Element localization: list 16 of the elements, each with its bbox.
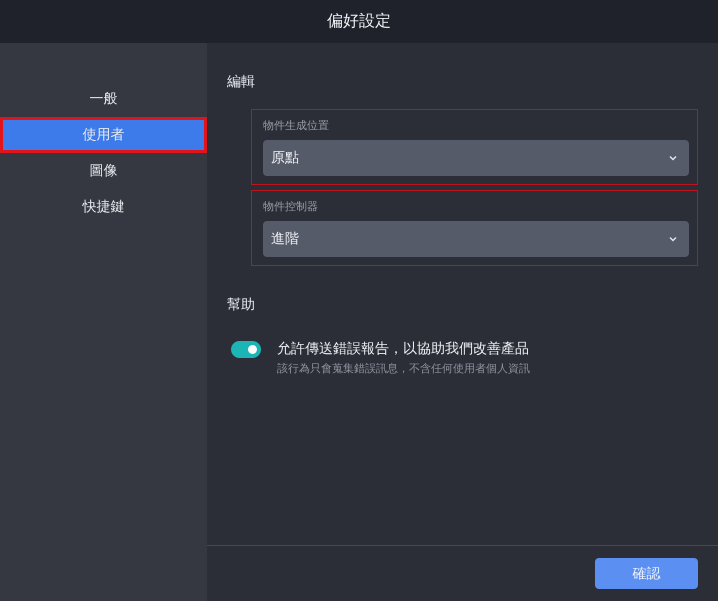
dropdown[interactable]: 原點 [263,140,689,176]
sidebar-item[interactable]: 使用者 [0,117,207,153]
dropdown[interactable]: 進階 [263,221,689,257]
sidebar-item[interactable]: 快捷鍵 [0,189,207,225]
field-label: 物件生成位置 [263,118,330,133]
field-label: 物件控制器 [263,199,319,214]
toggle-switch[interactable] [231,341,261,358]
chevron-down-icon [669,155,677,161]
chevron-down-icon [669,236,677,242]
toggle-label: 允許傳送錯誤報告，以協助我們改善產品 [277,340,530,358]
window-title: 偏好設定 [327,11,391,32]
section-title: 幫助 [227,296,256,314]
toggle-description: 該行為只會蒐集錯誤訊息，不含任何使用者個人資訊 [277,361,530,376]
sidebar-item[interactable]: 圖像 [0,153,207,189]
sidebar-item[interactable]: 一般 [0,81,207,117]
section-title: 編輯 [227,73,256,91]
